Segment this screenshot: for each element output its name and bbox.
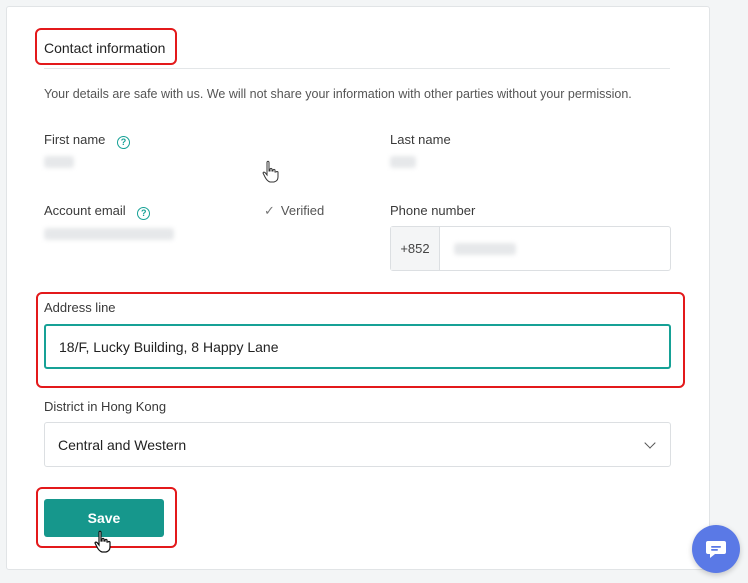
first-name-value-redacted xyxy=(44,156,74,168)
verified-text: Verified xyxy=(280,203,325,218)
verified-status: ✓ Verified xyxy=(264,203,324,219)
account-email-value-redacted xyxy=(44,228,174,240)
section-title: Contact information xyxy=(44,40,166,56)
district-label: District in Hong Kong xyxy=(44,399,167,414)
privacy-note: Your details are safe with us. We will n… xyxy=(44,87,632,101)
address-line-label: Address line xyxy=(44,300,116,315)
last-name-label: Last name xyxy=(390,132,451,147)
last-name-value-redacted xyxy=(390,156,416,168)
section-divider xyxy=(44,68,670,69)
first-name-label-text: First name xyxy=(44,132,106,147)
account-email-label: Account email ? xyxy=(44,203,151,220)
phone-number-label: Phone number xyxy=(390,203,476,218)
phone-prefix[interactable]: +852 xyxy=(391,227,440,270)
chat-bubble-icon xyxy=(706,541,726,558)
account-email-label-text: Account email xyxy=(44,203,126,218)
phone-number-input[interactable] xyxy=(440,227,670,270)
district-select[interactable]: Central and Western xyxy=(44,422,671,467)
address-line-input[interactable]: 18/F, Lucky Building, 8 Happy Lane xyxy=(44,324,671,369)
phone-number-value-redacted xyxy=(454,243,516,255)
question-circle-icon[interactable]: ? xyxy=(117,136,131,149)
save-button[interactable]: Save xyxy=(44,499,164,537)
district-value: Central and Western xyxy=(58,436,187,453)
address-line-value: 18/F, Lucky Building, 8 Happy Lane xyxy=(59,338,279,355)
phone-number-field[interactable]: +852 xyxy=(390,226,671,271)
first-name-label: First name ? xyxy=(44,132,131,149)
chat-launcher-button[interactable] xyxy=(692,525,740,573)
check-icon: ✓ xyxy=(264,203,275,218)
question-circle-icon[interactable]: ? xyxy=(137,207,151,220)
chevron-down-icon xyxy=(644,436,656,449)
